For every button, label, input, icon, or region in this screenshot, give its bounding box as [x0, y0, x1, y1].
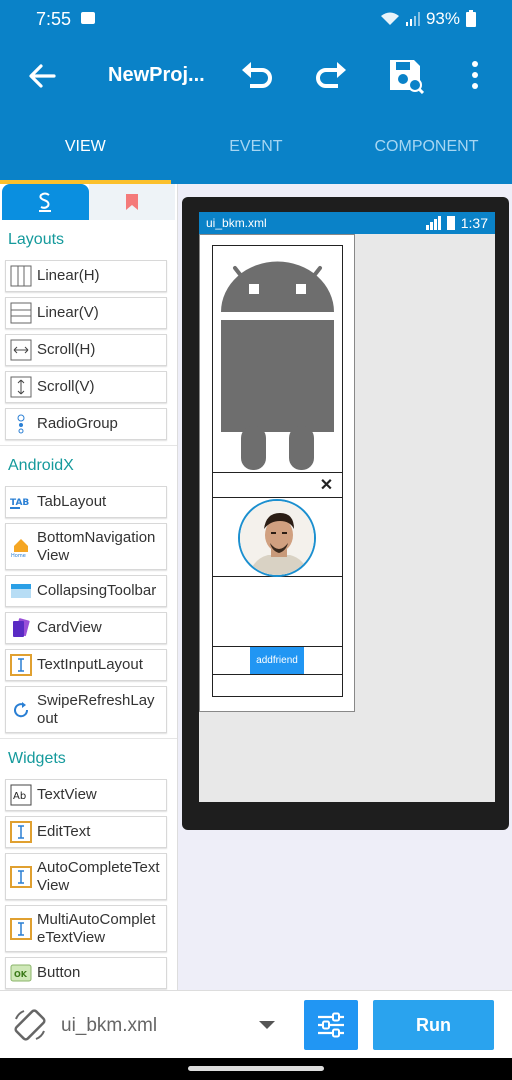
wifi-icon	[380, 12, 399, 25]
palette-item-scroll-v[interactable]: Scroll(V)	[5, 371, 167, 403]
tab-event[interactable]: EVENT	[171, 112, 342, 184]
preview-status-bar: ui_bkm.xml 1:37	[199, 212, 495, 234]
home-gesture-handle[interactable]	[188, 1066, 324, 1071]
chevron-down-icon[interactable]	[259, 1021, 275, 1029]
battery-icon	[466, 9, 476, 27]
back-arrow-icon[interactable]	[24, 58, 60, 94]
palette-item-collapsingtoolbar[interactable]: CollapsingToolbar	[5, 575, 167, 607]
android-robot-image[interactable]	[213, 246, 342, 472]
textview-icon: Ab	[10, 784, 32, 806]
widgets-palette-icon	[39, 192, 52, 212]
scroll-v-icon	[10, 376, 32, 398]
status-bar: 7:55 93%	[0, 0, 512, 38]
palette-item-edittext[interactable]: EditText	[5, 816, 167, 848]
empty-container[interactable]	[213, 577, 342, 647]
bookmark-icon	[125, 194, 138, 210]
palette-item-bottomnavigation[interactable]: Home BottomNavigation View	[5, 523, 167, 570]
palette-tabs	[2, 184, 175, 220]
close-icon[interactable]: ✕	[318, 477, 335, 494]
refresh-icon	[10, 699, 32, 721]
save-icon[interactable]	[386, 56, 424, 94]
palette-item-linear-h[interactable]: Linear(H)	[5, 260, 167, 292]
scroll-h-icon	[10, 339, 32, 361]
palette-item-cardview[interactable]: CardView	[5, 612, 167, 644]
palette-item-linear-v[interactable]: Linear(V)	[5, 297, 167, 329]
properties-button[interactable]	[304, 1000, 358, 1050]
home-nav-icon: Home	[10, 536, 32, 558]
preview-signal-icon	[425, 216, 441, 230]
section-androidx: AndroidX	[8, 457, 74, 474]
svg-text:TAB: TAB	[10, 498, 29, 508]
preview-battery-icon	[446, 216, 455, 230]
close-bar: ✕	[213, 472, 342, 498]
add-friend-button[interactable]: addfriend	[250, 647, 304, 674]
root-layout[interactable]: ✕ addfriend	[199, 234, 355, 712]
profile-avatar[interactable]	[238, 499, 316, 577]
palette-item-radiogroup[interactable]: RadioGroup	[5, 408, 167, 440]
sliders-icon	[318, 1012, 344, 1038]
palette-item-tablayout[interactable]: TAB TabLayout	[5, 486, 167, 518]
palette-item-scroll-h[interactable]: Scroll(H)	[5, 334, 167, 366]
cardview-icon	[10, 617, 32, 639]
bottom-toolbar: ui_bkm.xml Run	[0, 990, 512, 1058]
project-title: NewProj...	[108, 64, 205, 86]
phone-screen: ui_bkm.xml 1:37 ✕ addfriend	[199, 212, 495, 802]
multiautocomplete-icon	[10, 917, 32, 940]
system-nav-bar	[0, 1058, 512, 1080]
button-row: addfriend	[213, 647, 342, 675]
palette-item-swiperefreshlayout[interactable]: SwipeRefreshLay out	[5, 686, 167, 733]
preview-file-label: ui_bkm.xml	[206, 216, 267, 230]
palette-item-textinputlayout[interactable]: TextInputLayout	[5, 649, 167, 681]
file-selector[interactable]: ui_bkm.xml	[61, 1015, 157, 1037]
linear-v-icon	[10, 302, 32, 324]
tab-component[interactable]: COMPONENT	[341, 112, 512, 184]
textinput-icon	[10, 654, 32, 676]
collapsing-toolbar-icon	[10, 580, 32, 602]
battery-percent: 93%	[425, 9, 460, 28]
section-widgets: Widgets	[8, 750, 66, 767]
phone-frame: ui_bkm.xml 1:37 ✕ addfriend	[182, 197, 509, 830]
autocomplete-icon	[10, 865, 32, 888]
undo-icon[interactable]	[238, 56, 276, 94]
tablayout-icon: TAB	[10, 491, 32, 513]
svg-text:OK: OK	[14, 970, 28, 979]
status-icons: 93%	[380, 9, 476, 29]
preview-clock: 1:37	[460, 215, 488, 231]
palette-item-button[interactable]: OK Button	[5, 957, 167, 989]
button-ok-icon: OK	[10, 962, 32, 984]
section-layouts: Layouts	[8, 231, 65, 248]
profile-photo-icon	[240, 501, 314, 575]
more-options-icon[interactable]	[456, 56, 494, 94]
redo-icon[interactable]	[312, 56, 350, 94]
app-bar: NewProj...	[0, 38, 512, 112]
rotate-device-icon[interactable]	[12, 1007, 48, 1043]
linear-layout[interactable]: ✕ addfriend	[212, 245, 343, 697]
palette-tab-widgets[interactable]	[2, 184, 89, 220]
palette-item-multiautocompletetextview[interactable]: MultiAutoComplet eTextView	[5, 905, 167, 952]
palette-item-autocompletetextview[interactable]: AutoCompleteText View	[5, 853, 167, 900]
run-button[interactable]: Run	[373, 1000, 494, 1050]
palette-item-textview[interactable]: Ab TextView	[5, 779, 167, 811]
signal-icon	[405, 12, 420, 26]
radiogroup-icon	[10, 413, 32, 435]
avatar-container	[213, 498, 342, 577]
tab-view[interactable]: VIEW	[0, 112, 171, 184]
linear-h-icon	[10, 265, 32, 287]
main-tabs: VIEW EVENT COMPONENT	[0, 112, 512, 184]
design-canvas: ui_bkm.xml 1:37 ✕ addfriend	[178, 184, 512, 990]
palette-tab-bookmarks[interactable]	[88, 184, 175, 220]
edittext-icon	[10, 821, 32, 843]
gallery-notification-icon	[81, 12, 95, 24]
svg-text:Ab: Ab	[13, 791, 26, 802]
status-time: 7:55	[36, 9, 72, 29]
svg-text:Home: Home	[11, 553, 26, 558]
widget-palette: Layouts Linear(H) Linear(V) Scroll(H) Sc…	[0, 184, 178, 990]
